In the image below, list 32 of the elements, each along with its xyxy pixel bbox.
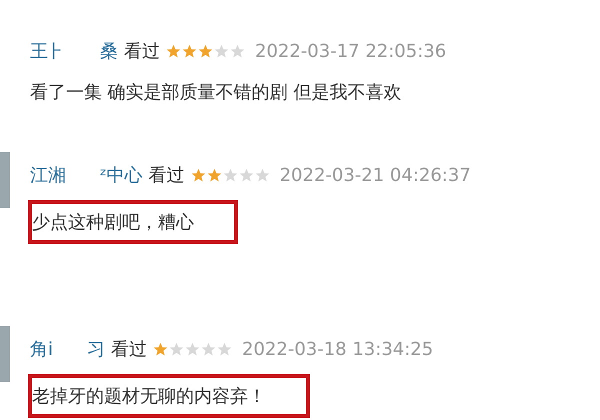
star-icon: [166, 44, 181, 58]
user-name[interactable]: 习: [87, 337, 106, 361]
star-icon: [238, 168, 254, 182]
user-name[interactable]: 江湘: [30, 163, 66, 187]
watch-status: 看过: [124, 40, 160, 63]
star-icon: [153, 342, 168, 356]
star-icon: [206, 168, 222, 182]
star-icon: [217, 342, 232, 356]
comment-text: 老掉牙的题材无聊的内容弃！: [28, 374, 310, 418]
star-icon: [201, 342, 216, 356]
user-name[interactable]: 角i: [30, 337, 54, 361]
photo-placeholder: [0, 326, 10, 382]
user-name[interactable]: ᶻ中心: [100, 163, 143, 187]
comment-text: 少点这种剧吧，糟心: [28, 200, 238, 244]
star-icon: [254, 168, 270, 182]
user-name[interactable]: 桑: [100, 39, 118, 63]
star-icon: [182, 44, 197, 58]
star-icon: [222, 168, 238, 182]
timestamp: 2022-03-18 13:34:25: [242, 338, 434, 360]
watch-status: 看过: [111, 338, 148, 361]
comment-text: 看了一集 确实是部质量不错的剧 但是我不喜欢: [30, 81, 402, 105]
user-name[interactable]: 王⺊: [30, 39, 66, 63]
star-icon: [214, 44, 229, 58]
star-icon: [198, 44, 213, 58]
timestamp: 2022-03-21 04:26:37: [280, 164, 471, 186]
timestamp: 2022-03-17 22:05:36: [255, 40, 446, 62]
photo-placeholder: [0, 152, 10, 208]
star-icon: [190, 168, 206, 182]
star-icon: [185, 342, 200, 356]
star-icon: [169, 342, 184, 356]
star-icon: [230, 44, 245, 58]
watch-status: 看过: [148, 164, 185, 187]
